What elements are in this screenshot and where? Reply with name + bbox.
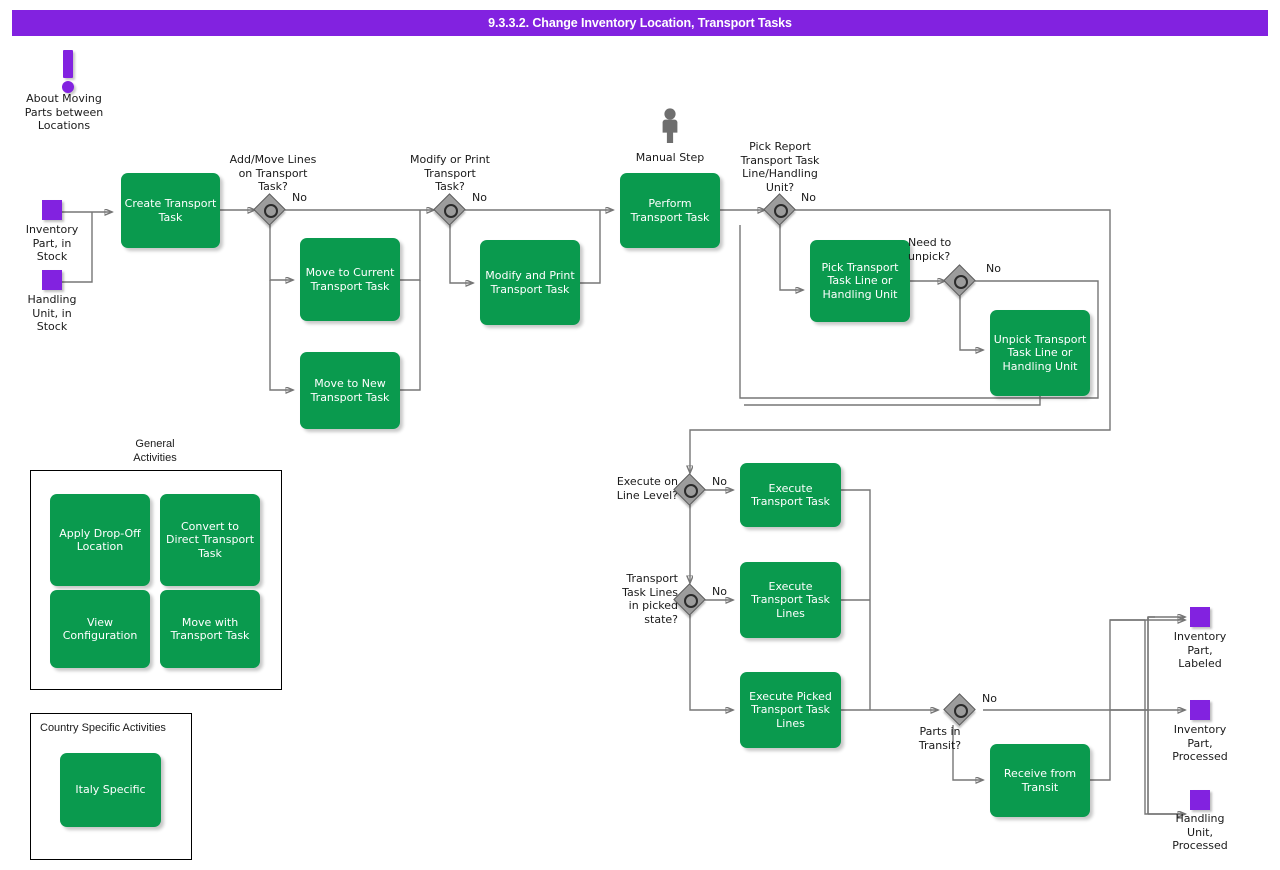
general-activities-title: General Activities — [133, 438, 177, 464]
activity-execute-transport-task-lines[interactable]: Execute Transport Task Lines — [740, 562, 841, 638]
person-icon — [656, 108, 684, 144]
gateway-label-add-move-lines: Add/Move Lines on Transport Task? — [229, 153, 317, 193]
gateway-pick-report[interactable] — [763, 193, 796, 226]
gateway-ring-icon — [953, 703, 968, 718]
branch-label-need-unpick-no: No — [986, 262, 1001, 275]
input-label-handling-unit-in-stock: Handling Unit, in Stock — [27, 293, 77, 333]
branch-label-add-move-lines-no: No — [292, 191, 307, 204]
output-branch-layer — [1110, 0, 1280, 870]
manual-step-label: Manual Step — [635, 151, 705, 164]
gateway-label-need-unpick: Need to unpick? — [908, 236, 952, 263]
gateway-label-parts-in-transit: Parts in Transit? — [918, 725, 962, 752]
connector-layer — [62, 0, 1280, 870]
activity-view-configuration[interactable]: View Configuration — [50, 590, 150, 668]
input-label-inventory-part-in-stock: Inventory Part, in Stock — [25, 223, 79, 263]
gateway-label-execute-line-level: Execute on Line Level? — [616, 475, 678, 502]
activity-move-with-transport-task[interactable]: Move with Transport Task — [160, 590, 260, 668]
gateway-ring-icon — [953, 274, 968, 289]
branch-label-lines-picked-state-no: No — [712, 585, 727, 598]
activity-move-to-current-transport-task[interactable]: Move to Current Transport Task — [300, 238, 400, 321]
gateway-ring-icon — [773, 203, 788, 218]
gateway-lines-picked-state[interactable] — [673, 583, 706, 616]
gateway-parts-in-transit[interactable] — [943, 693, 976, 726]
output-label-inventory-part-labeled: Inventory Part, Labeled — [1173, 630, 1227, 670]
data-object-icon-inventory-part-processed[interactable] — [1190, 700, 1210, 720]
gateway-ring-icon — [683, 593, 698, 608]
branch-label-execute-line-level-no: No — [712, 475, 727, 488]
exclamation-icon — [57, 50, 79, 96]
data-object-icon-handling-unit-processed[interactable] — [1190, 790, 1210, 810]
data-object-icon-handling-unit-in-stock[interactable] — [42, 270, 62, 290]
page-title: 9.3.3.2. Change Inventory Location, Tran… — [488, 16, 792, 30]
data-object-icon-inventory-part-labeled[interactable] — [1190, 607, 1210, 627]
gateway-ring-icon — [443, 203, 458, 218]
gateway-modify-print[interactable] — [433, 193, 466, 226]
country-specific-activities-title: Country Specific Activities — [40, 722, 166, 734]
gateway-ring-icon — [683, 483, 698, 498]
gateway-ring-icon — [263, 203, 278, 218]
output-label-handling-unit-processed: Handling Unit, Processed — [1172, 812, 1228, 852]
output-rail-layer — [1147, 616, 1155, 814]
gateway-label-pick-report: Pick Report Transport Task Line/Handling… — [740, 140, 820, 194]
branch-label-pick-report-no: No — [801, 191, 816, 204]
gateway-execute-line-level[interactable] — [673, 473, 706, 506]
activity-convert-to-direct-transport-task[interactable]: Convert to Direct Transport Task — [160, 494, 260, 586]
activity-perform-transport-task[interactable]: Perform Transport Task — [620, 173, 720, 248]
activity-italy-specific[interactable]: Italy Specific — [60, 753, 161, 827]
output-label-inventory-part-processed: Inventory Part, Processed — [1172, 723, 1228, 763]
branch-label-modify-print-no: No — [472, 191, 487, 204]
gateway-label-modify-print: Modify or Print Transport Task? — [410, 153, 490, 193]
exclamation-bar — [63, 50, 73, 78]
info-marker-label: About Moving Parts between Locations — [24, 92, 104, 132]
gateway-need-unpick[interactable] — [943, 264, 976, 297]
data-object-icon-inventory-part-in-stock[interactable] — [42, 200, 62, 220]
activity-execute-picked-transport-task-lines[interactable]: Execute Picked Transport Task Lines — [740, 672, 841, 748]
gateway-label-lines-picked-state: Transport Task Lines in picked state? — [622, 572, 678, 626]
activity-execute-transport-task[interactable]: Execute Transport Task — [740, 463, 841, 527]
activity-unpick-transport-task-line-or-handling-unit[interactable]: Unpick Transport Task Line or Handling U… — [990, 310, 1090, 396]
branch-label-parts-in-transit-no: No — [982, 692, 997, 705]
activity-receive-from-transit[interactable]: Receive from Transit — [990, 744, 1090, 817]
page-title-bar: 9.3.3.2. Change Inventory Location, Tran… — [12, 10, 1268, 36]
activity-modify-and-print-transport-task[interactable]: Modify and Print Transport Task — [480, 240, 580, 325]
diagram-canvas: 9.3.3.2. Change Inventory Location, Tran… — [0, 0, 1280, 870]
activity-create-transport-task[interactable]: Create Transport Task — [121, 173, 220, 248]
activity-move-to-new-transport-task[interactable]: Move to New Transport Task — [300, 352, 400, 429]
activity-apply-drop-off-location[interactable]: Apply Drop-Off Location — [50, 494, 150, 586]
gateway-add-move-lines[interactable] — [253, 193, 286, 226]
activity-pick-transport-task-line-or-handling-unit[interactable]: Pick Transport Task Line or Handling Uni… — [810, 240, 910, 322]
